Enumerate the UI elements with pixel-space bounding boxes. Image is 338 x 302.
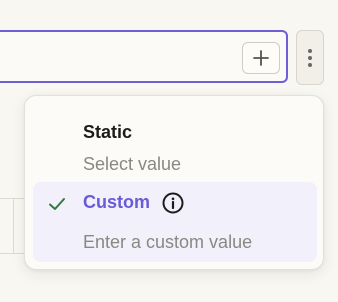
option-label: Custom xyxy=(83,192,150,212)
plus-icon xyxy=(253,50,269,66)
option-description: Enter a custom value xyxy=(83,232,253,252)
option-label: Static xyxy=(83,122,133,142)
check-icon xyxy=(49,198,65,210)
value-type-dropdown-menu: Static Select value Custom Enter a custo… xyxy=(24,95,324,270)
background-divider xyxy=(0,198,24,199)
kebab-vertical-icon xyxy=(308,48,312,67)
info-icon[interactable] xyxy=(161,191,185,215)
more-options-button[interactable] xyxy=(296,30,324,85)
canvas: Static Select value Custom Enter a custo… xyxy=(0,0,338,302)
option-description: Select value xyxy=(83,154,182,174)
background-divider xyxy=(0,253,24,254)
background-divider xyxy=(13,198,14,254)
menu-option-custom[interactable]: Custom Enter a custom value xyxy=(33,182,317,262)
add-button[interactable] xyxy=(242,42,280,74)
menu-option-static[interactable]: Static Select value xyxy=(33,106,317,176)
